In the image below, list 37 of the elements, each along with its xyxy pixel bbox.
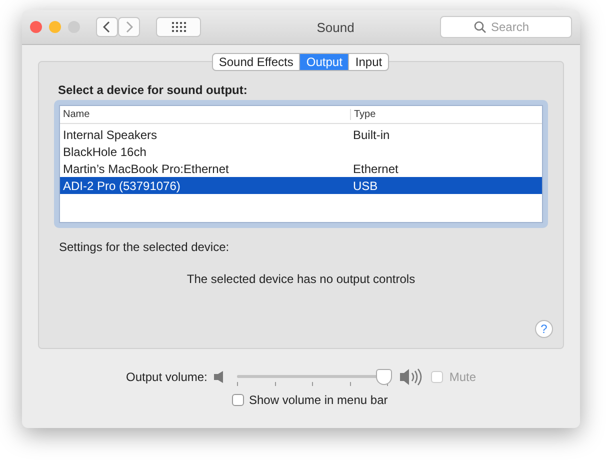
column-header[interactable]: Name: [60, 109, 350, 120]
mute-label: Mute: [449, 370, 476, 384]
search-icon: [474, 21, 486, 33]
search-field[interactable]: Search: [440, 16, 572, 38]
device-row[interactable]: Internal Speakers Built-in: [60, 126, 542, 143]
device-row[interactable]: Martin’s MacBook Pro:Ethernet Ethernet: [60, 160, 542, 177]
menu-bar-label: Show volume in menu bar: [249, 393, 388, 407]
minimize-button[interactable]: [49, 21, 61, 33]
table-cell-text: BlackHole 16ch: [62, 144, 148, 158]
status-message: The selected device has no output controls: [186, 272, 416, 286]
table-cell-text: USB: [352, 178, 379, 192]
device-row[interactable]: ADI-2 Pro (53791076) USB: [60, 177, 542, 194]
volume-label: Output volume:: [126, 370, 208, 384]
settings-label: Settings for the selected device:: [59, 240, 230, 254]
table-cell-text: Martin’s MacBook Pro:Ethernet: [62, 162, 230, 176]
tab[interactable]: Output: [299, 53, 350, 71]
window-title: Sound: [316, 20, 354, 34]
table-cell-text: Ethernet: [352, 162, 400, 176]
section-label: Select a device for sound output:: [58, 83, 248, 97]
table-cell-text: Built-in: [352, 128, 391, 142]
chevron-right-icon: [125, 21, 133, 33]
table-cell-text: Internal Speakers: [62, 128, 158, 142]
column-header[interactable]: Type: [350, 109, 542, 120]
back-button[interactable]: [96, 17, 118, 37]
tab[interactable]: Input: [348, 53, 390, 71]
table-cell-text: ADI-2 Pro (53791076): [62, 178, 182, 192]
menu-bar-checkbox[interactable]: [232, 394, 244, 406]
device-row[interactable]: BlackHole 16ch: [60, 143, 542, 160]
zoom-button[interactable]: [68, 21, 80, 33]
close-button[interactable]: [30, 21, 42, 33]
show-all-button[interactable]: [156, 17, 201, 37]
grid-icon: [172, 22, 186, 32]
volume-slider-thumb[interactable]: [376, 369, 392, 385]
chevron-left-icon: [103, 21, 111, 33]
speaker-low-icon: [213, 370, 226, 384]
tab[interactable]: Sound Effects: [212, 53, 300, 71]
help-button[interactable]: ?: [535, 320, 553, 338]
